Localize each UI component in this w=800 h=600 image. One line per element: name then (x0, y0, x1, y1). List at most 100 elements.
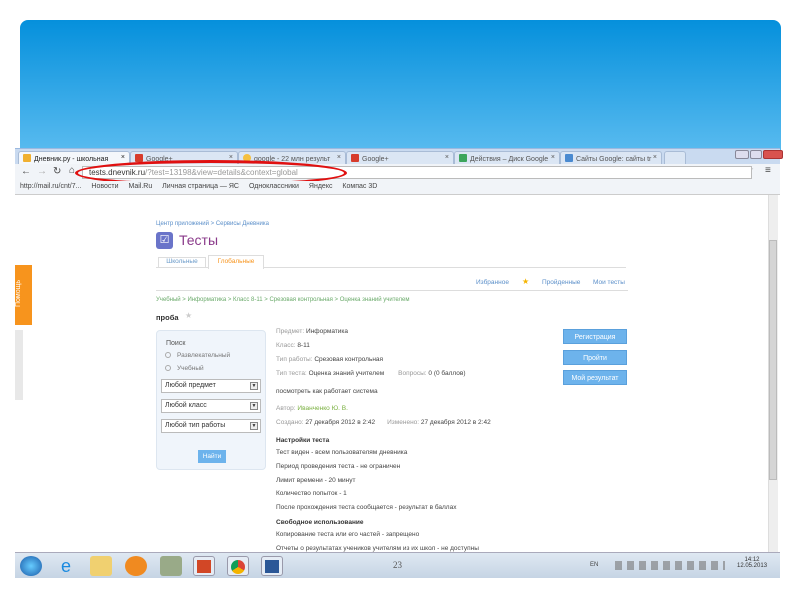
setting-item: Количество попыток - 1 (276, 490, 347, 497)
start-button-icon[interactable] (20, 556, 42, 576)
bookmark-item[interactable]: Mail.Ru (128, 183, 152, 190)
passed-link[interactable]: Пройденные (542, 279, 580, 286)
section-tabs: Школьные Глобальные (156, 255, 626, 269)
settings-title: Настройки теста (276, 437, 330, 444)
my-result-button[interactable]: Мой результат (563, 370, 627, 385)
work-type-select[interactable]: Любой тип работы ▼ (161, 419, 261, 433)
close-window-icon[interactable] (763, 150, 783, 159)
subject-label: Предмет: (276, 328, 305, 335)
system-tray-icons[interactable] (615, 561, 725, 570)
chrome-icon[interactable] (227, 556, 249, 576)
bookmark-item[interactable]: Личная страница — ЯС (162, 183, 239, 190)
taskbar: e 23 EN 14:12 12.05.2013 (15, 552, 780, 578)
page-title: Тесты (179, 232, 219, 248)
chevron-down-icon: ▼ (250, 422, 258, 430)
select-value: Любой предмет (165, 382, 216, 389)
scrollbar-thumb[interactable] (769, 240, 777, 480)
author-label: Автор: (276, 405, 296, 412)
setting-item: Лимит времени - 20 минут (276, 477, 356, 484)
bookmarks-bar: http://mail.ru/cnt/7... Новости Mail.Ru … (15, 181, 780, 195)
slide-header-banner (20, 20, 781, 155)
date: 12.05.2013 (737, 563, 768, 569)
setting-item: После прохождения теста сообщается - рез… (276, 504, 457, 511)
maximize-icon[interactable] (750, 150, 762, 159)
tab-global[interactable]: Глобальные (208, 255, 264, 269)
work-type-label: Тип работы: (276, 356, 313, 363)
tab-google-sites[interactable]: Сайты Google: сайты tr × (560, 151, 662, 165)
class-select[interactable]: Любой класс ▼ (161, 399, 261, 413)
favorites-link[interactable]: Избранное (476, 279, 509, 286)
questions-label: Вопросы: (398, 370, 427, 377)
close-icon[interactable]: × (653, 154, 657, 161)
category-breadcrumb[interactable]: Учебный > Информатика > Класс 8-11 > Сре… (156, 297, 410, 303)
sites-icon (565, 154, 573, 162)
questions-value: 0 (0 баллов) (428, 370, 466, 377)
tab-label: Google+ (362, 156, 389, 163)
ie-icon[interactable]: e (55, 556, 77, 576)
word-icon[interactable] (261, 556, 283, 576)
test-description: посмотреть как работает система (276, 388, 378, 395)
tab-school[interactable]: Школьные (158, 257, 206, 268)
app-icon[interactable] (160, 556, 182, 576)
bookmark-item[interactable]: Компас 3D (342, 183, 377, 190)
setting-item: Тест виден - всем пользователям дневника (276, 449, 408, 456)
close-icon[interactable]: × (121, 154, 125, 161)
modified-value: 27 декабря 2012 в 2:42 (420, 419, 491, 426)
close-icon[interactable]: × (445, 154, 449, 161)
drive-icon (459, 154, 467, 162)
language-indicator[interactable]: EN (590, 562, 598, 568)
bookmark-item[interactable]: Одноклассники (249, 183, 299, 190)
tab-google-drive[interactable]: Действия – Диск Google × (454, 151, 560, 165)
select-value: Любой класс (165, 402, 207, 409)
select-value: Любой тип работы (165, 422, 226, 429)
radio-label: Развлекательный (177, 352, 231, 359)
close-icon[interactable]: × (551, 154, 555, 161)
explorer-icon[interactable] (90, 556, 112, 576)
home-icon[interactable]: ⌂ (69, 165, 75, 176)
tab-label: Дневник.ру - школьная (34, 156, 109, 163)
created-label: Создано: (276, 419, 304, 426)
take-test-button[interactable]: Пройти (563, 350, 627, 365)
powerpoint-icon[interactable] (193, 556, 215, 576)
radio-label: Учебный (177, 365, 204, 372)
radio-educational[interactable]: Учебный (165, 365, 204, 372)
chevron-down-icon: ▼ (250, 402, 258, 410)
my-tests-link[interactable]: Мои тесты (593, 279, 625, 286)
register-button[interactable]: Регистрация (563, 329, 627, 344)
author-link[interactable]: Иванченко Ю. В. (297, 405, 348, 412)
work-type-value: Срезовая контрольная (314, 356, 384, 363)
radio-entertainment[interactable]: Развлекательный (165, 352, 230, 359)
google-plus-icon (351, 154, 359, 162)
media-player-icon[interactable] (125, 556, 147, 576)
new-tab-button[interactable] (664, 151, 686, 165)
divider (156, 290, 628, 291)
slide-number: 23 (393, 560, 402, 570)
help-tab[interactable]: Помощь (15, 265, 32, 325)
minimize-icon[interactable] (735, 150, 749, 159)
subject-select[interactable]: Любой предмет ▼ (161, 379, 261, 393)
free-use-title: Свободное использование (276, 519, 364, 526)
reload-icon[interactable]: ↻ (53, 166, 61, 177)
tab-label: Действия – Диск Google (470, 156, 549, 163)
setting-item: Период проведения теста - не ограничен (276, 463, 401, 470)
bookmark-item[interactable]: http://mail.ru/cnt/7... (20, 183, 81, 190)
favorite-star-icon[interactable]: ★ (185, 311, 192, 320)
free-use-item: Отчеты о результатах учеников учителям и… (276, 545, 479, 552)
class-label: Класс: (276, 342, 296, 349)
test-type-label: Тип теста: (276, 370, 307, 377)
close-icon[interactable]: × (337, 154, 341, 161)
star-icon: ★ (522, 277, 530, 286)
top-breadcrumb[interactable]: Центр приложений > Сервисы Дневника (156, 221, 269, 227)
back-icon[interactable]: ← (21, 166, 31, 177)
bookmark-item[interactable]: Новости (91, 183, 118, 190)
menu-icon[interactable]: ≡ (765, 165, 771, 176)
test-type-value: Оценка знаний учителем (308, 370, 385, 377)
clock[interactable]: 14:12 12.05.2013 (737, 557, 767, 569)
find-button[interactable]: Найти (198, 450, 226, 463)
side-panel-handle[interactable] (15, 330, 23, 400)
test-name: проба (156, 313, 179, 322)
tab-google-plus-2[interactable]: Google+ × (346, 151, 454, 165)
forward-icon[interactable]: → (37, 166, 47, 177)
bookmark-item[interactable]: Яндекс (309, 183, 333, 190)
created-value: 27 декабря 2012 в 2:42 (305, 419, 376, 426)
